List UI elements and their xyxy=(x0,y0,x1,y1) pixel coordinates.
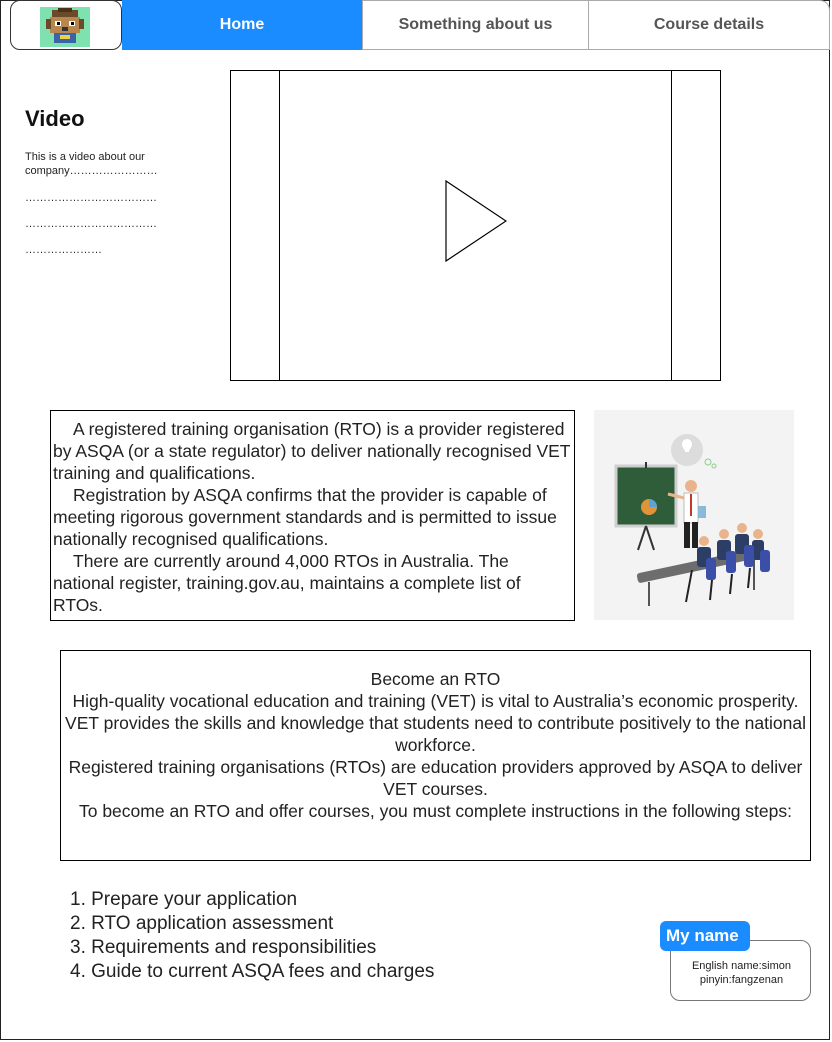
list-item[interactable]: 2. RTO application assessment xyxy=(70,912,434,936)
list-item[interactable]: 4. Guide to current ASQA fees and charge… xyxy=(70,960,434,984)
placeholder-dots: ………………… xyxy=(25,244,102,256)
steps-list: 1. Prepare your application 2. RTO appli… xyxy=(70,888,434,984)
rto-paragraph: Registration by ASQA confirms that the p… xyxy=(53,485,557,549)
video-frame-right-edge xyxy=(671,71,672,380)
rto-paragraph: There are currently around 4,000 RTOs in… xyxy=(53,551,521,615)
play-icon[interactable] xyxy=(445,180,507,262)
placeholder-dots: ……………………………… xyxy=(25,192,157,204)
placeholder-dots: ……………………………… xyxy=(25,218,157,230)
rto-paragraph: A registered training organisation (RTO)… xyxy=(53,419,571,483)
tab-something-about-us[interactable]: Something about us xyxy=(362,0,589,50)
become-rto-text: Registered training organisations (RTOs)… xyxy=(68,757,803,799)
pinyin-name: pinyin:fangzenan xyxy=(699,974,784,986)
tab-home[interactable]: Home xyxy=(122,0,362,50)
top-nav: Home Something about us Course details xyxy=(2,0,830,50)
logo-container[interactable] xyxy=(10,0,122,50)
rto-info-box: A registered training organisation (RTO)… xyxy=(50,410,575,621)
video-description: This is a video about our company…………………… xyxy=(25,151,158,177)
english-name: English name:simon xyxy=(691,960,792,972)
pixel-dog-logo-icon xyxy=(40,7,90,47)
video-player[interactable] xyxy=(230,70,721,381)
name-tag-label: My name xyxy=(660,921,750,951)
tab-course-details[interactable]: Course details xyxy=(589,0,830,50)
become-rto-text: High-quality vocational education and tr… xyxy=(65,691,806,755)
video-title: Video xyxy=(25,106,85,131)
become-rto-text: To become an RTO and offer courses, you … xyxy=(78,801,792,821)
list-item[interactable]: 3. Requirements and responsibilities xyxy=(70,936,434,960)
list-item[interactable]: 1. Prepare your application xyxy=(70,888,434,912)
become-rto-heading: Become an RTO xyxy=(370,669,501,689)
become-rto-box: Become an RTO High-quality vocational ed… xyxy=(60,650,811,861)
presentation-illustration-icon xyxy=(594,410,794,620)
video-frame-left-edge xyxy=(279,71,280,380)
